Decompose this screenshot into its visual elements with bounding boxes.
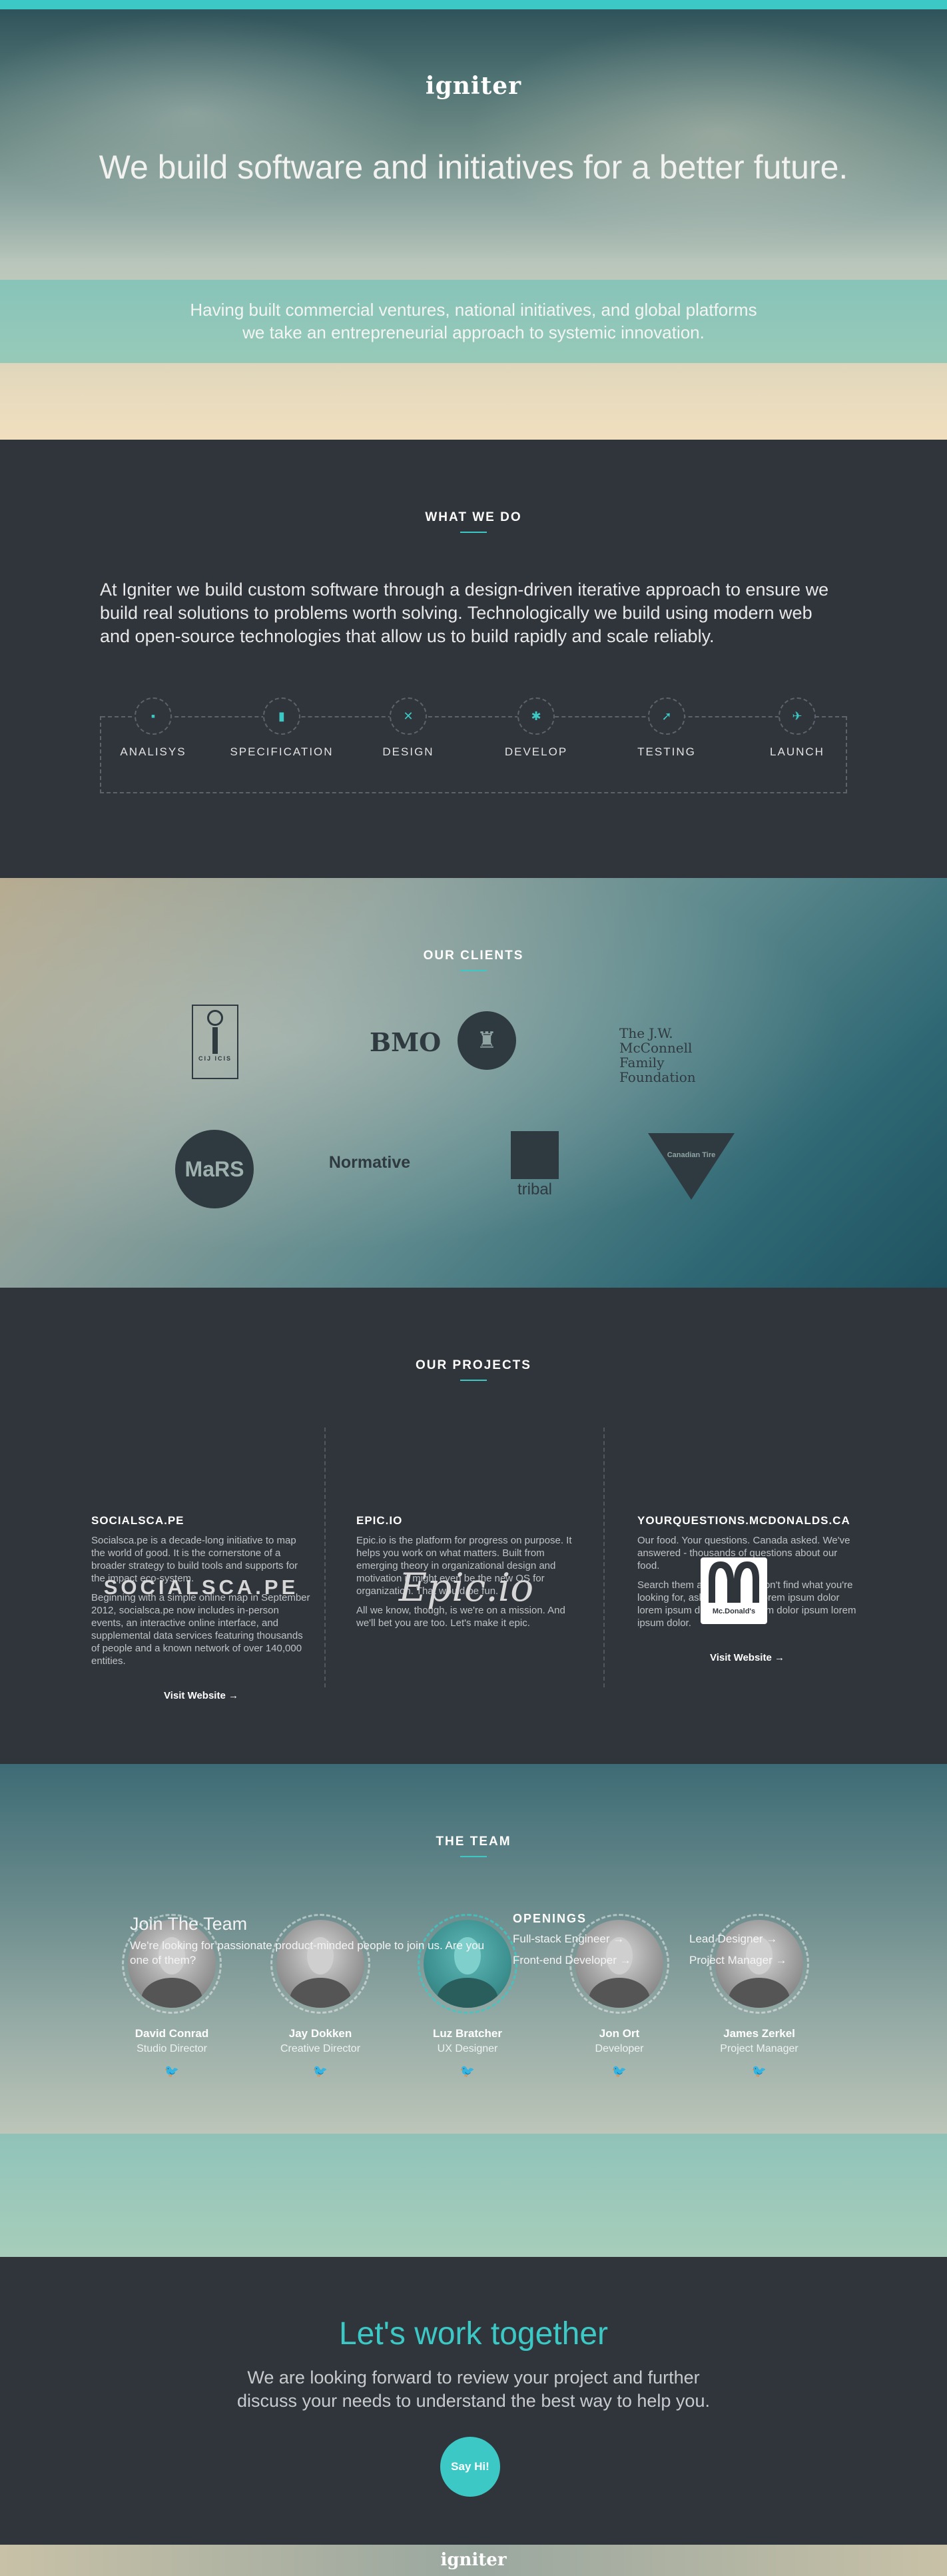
video-icon: ▪: [135, 697, 172, 735]
top-accent-bar: [0, 0, 947, 9]
twitter-icon[interactable]: 🐦: [553, 2064, 686, 2078]
process-step-launch: ✈ LAUNCH: [744, 697, 850, 759]
process-step-develop: ✱ DEVELOP: [483, 697, 589, 759]
canadian-tire-icon: [648, 1133, 735, 1200]
join-title: Join The Team: [130, 1914, 248, 1934]
hero-headline: We build software and initiatives for a …: [99, 149, 848, 186]
bmo-roundel-icon: ♜: [458, 1011, 516, 1070]
cta-description: We are looking forward to review your pr…: [237, 2367, 710, 2411]
projects-section: OUR PROJECTS SOCIALSCA.PE SOCIALSCA.PE S…: [0, 1288, 947, 1764]
mcdonalds-logo: Mc.Donald's: [701, 1557, 767, 1624]
member-name: James Zerkel: [723, 2027, 795, 2040]
client-logo-mcconnell: The J.W. McConnell Family Foundation: [619, 1025, 696, 1085]
clients-section: OUR CLIENTS CIJ ICIS BMO ♜ The J.W. McCo…: [0, 878, 947, 1288]
project-title: SOCIALSCA.PE: [91, 1514, 184, 1527]
member-name: Jay Dokken: [288, 2027, 352, 2040]
plane-icon: ✈: [779, 697, 816, 735]
twitter-icon[interactable]: 🐦: [105, 2064, 238, 2078]
member-name: Jon Ort: [599, 2027, 640, 2040]
site-logo[interactable]: igniter: [0, 72, 947, 100]
footer-logo[interactable]: igniter: [0, 2545, 947, 2576]
section-title: OUR PROJECTS: [0, 1358, 947, 1381]
client-logo-normative: Normative: [328, 1153, 411, 1172]
opening-link[interactable]: Lead Designer →: [689, 1932, 842, 1946]
process-diagram: ▪ ANALISYS ▮ SPECIFICATION ✕ DESIGN ✱ DE…: [100, 697, 847, 793]
divider: [603, 1428, 605, 1687]
contact-section: Let's work together We are looking forwa…: [0, 2257, 947, 2545]
client-logo-tribal: tribal: [505, 1131, 565, 1199]
team-band: [0, 2134, 947, 2257]
join-team: Join The Team We're looking for passiona…: [130, 1914, 489, 1968]
member-role: Studio Director: [137, 2043, 207, 2054]
client-logo-bmo: BMO ♜: [370, 1011, 523, 1071]
join-description: We're looking for passionate product-min…: [130, 1939, 485, 1966]
process-step-specification: ▮ SPECIFICATION: [228, 697, 335, 759]
visit-website-link[interactable]: Visit Website →: [91, 1690, 311, 1701]
process-step-design: ✕ DESIGN: [355, 697, 462, 759]
twitter-icon[interactable]: 🐦: [401, 2064, 534, 2078]
epic-logo: Epic.io: [398, 1565, 534, 1610]
footer: igniter: [0, 2545, 947, 2576]
project-card-socialscape: SOCIALSCA.PE SOCIALSCA.PE Socialsca.pe i…: [91, 1514, 311, 1701]
hero-subheadline: Having built commercial ventures, nation…: [190, 300, 757, 342]
openings-title: OPENINGS: [513, 1912, 587, 1925]
visit-website-link[interactable]: Visit Website →: [637, 1652, 857, 1663]
what-we-do-section: WHAT WE DO At Igniter we build custom so…: [0, 440, 947, 878]
process-step-testing: ➚ TESTING: [613, 697, 720, 759]
socialscape-logo: SOCIALSCA.PE: [103, 1575, 299, 1599]
page: igniter We build software and initiative…: [0, 0, 947, 2576]
document-icon: ▮: [263, 697, 300, 735]
divider: [324, 1428, 326, 1687]
section-title: OUR CLIENTS: [0, 949, 947, 971]
project-card-epic: Epic.io EPIC.IO Epic.io is the platform …: [356, 1421, 576, 1629]
hero-section: igniter We build software and initiative…: [0, 0, 947, 440]
process-step-analysis: ▪ ANALISYS: [100, 697, 206, 759]
pointer-icon: ➚: [648, 697, 685, 735]
project-card-mcdonalds: Mc.Donald's YOURQUESTIONS.MCDONALDS.CA O…: [637, 1514, 857, 1663]
member-role: Project Manager: [720, 2043, 798, 2054]
project-title: EPIC.IO: [356, 1514, 403, 1527]
client-logo-mars: MaRS: [175, 1130, 254, 1208]
client-logo-cij: CIJ ICIS: [192, 1005, 238, 1079]
client-logo-canadian-tire: Canadian Tire: [645, 1123, 738, 1203]
tools-icon: ✕: [390, 697, 427, 735]
opening-link[interactable]: Full-stack Engineer →: [513, 1932, 689, 1946]
member-role: UX Designer: [437, 2043, 498, 2054]
team-section: THE TEAM David Conrad Studio Director 🐦 …: [0, 1764, 947, 2257]
project-title: YOURQUESTIONS.MCDONALDS.CA: [637, 1514, 850, 1527]
opening-link[interactable]: Front-end Developer →: [513, 1954, 689, 1967]
member-role: Creative Director: [280, 2043, 361, 2054]
say-hi-button[interactable]: Say Hi!: [440, 2437, 500, 2497]
member-name: Luz Bratcher: [433, 2027, 502, 2040]
cta-title: Let's work together: [338, 2316, 609, 2352]
what-we-do-lead: At Igniter we build custom software thro…: [100, 580, 829, 646]
member-role: Developer: [595, 2043, 644, 2054]
gear-icon: ✱: [517, 697, 555, 735]
openings: OPENINGS Full-stack Engineer → Lead Desi…: [513, 1912, 846, 1967]
section-title: WHAT WE DO: [0, 510, 947, 533]
member-name: David Conrad: [135, 2027, 209, 2040]
golden-arches-icon: [709, 1561, 759, 1603]
section-title: THE TEAM: [0, 1835, 947, 1857]
twitter-icon[interactable]: 🐦: [254, 2064, 387, 2078]
twitter-icon[interactable]: 🐦: [693, 2064, 826, 2078]
opening-link[interactable]: Project Manager →: [689, 1954, 842, 1967]
